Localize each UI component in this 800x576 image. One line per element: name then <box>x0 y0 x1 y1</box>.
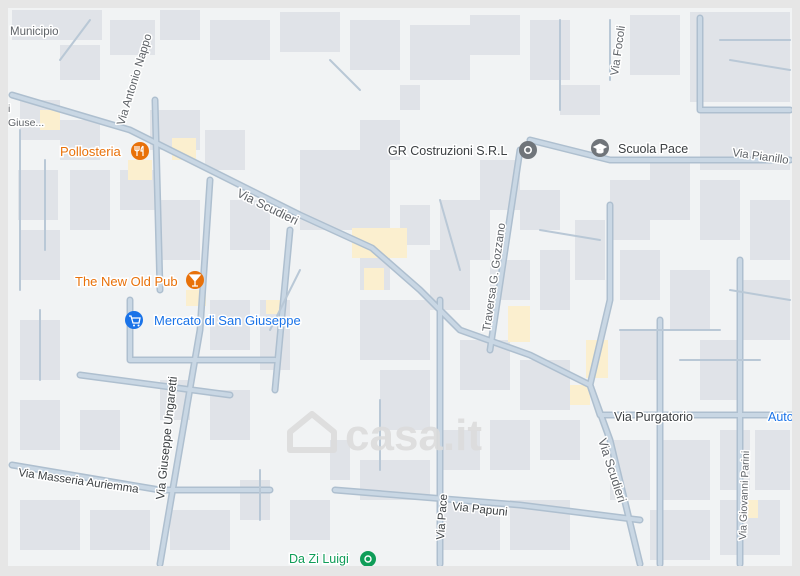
restaurant-icon <box>131 142 149 160</box>
poi-pollosteria[interactable]: Pollosteria <box>59 142 149 161</box>
poi-label: The New Old Pub <box>75 274 178 289</box>
map-canvas[interactable]: casa.it Municipio Via Antonio Nappo Via … <box>0 0 800 576</box>
location-pin-icon <box>519 141 537 159</box>
poi-scuola-pace[interactable]: Scuola Pace <box>591 139 690 158</box>
poi-label: GR Costruzioni S.R.L <box>388 144 508 158</box>
street-label-auto: Auto <box>768 410 794 424</box>
poi-da-zi-luigi[interactable]: Da Zi Luigi <box>288 551 376 568</box>
poi-label: Scuola Pace <box>618 142 688 156</box>
shopping-cart-icon <box>125 311 143 329</box>
street-label-edge-i: i <box>8 103 10 115</box>
poi-label: Da Zi Luigi <box>289 552 349 566</box>
school-icon <box>591 139 609 157</box>
restaurant-icon <box>360 551 376 567</box>
street-label-giuse-cut: Giuse... <box>8 117 44 129</box>
poi-label: Mercato di San Giuseppe <box>154 313 301 328</box>
watermark-text: casa.it <box>345 411 482 460</box>
street-label-purgatorio: Via Purgatorio <box>614 410 693 424</box>
poi-label: Pollosteria <box>60 144 121 159</box>
street-label-municipio: Municipio <box>10 26 59 38</box>
bar-icon <box>186 271 204 289</box>
